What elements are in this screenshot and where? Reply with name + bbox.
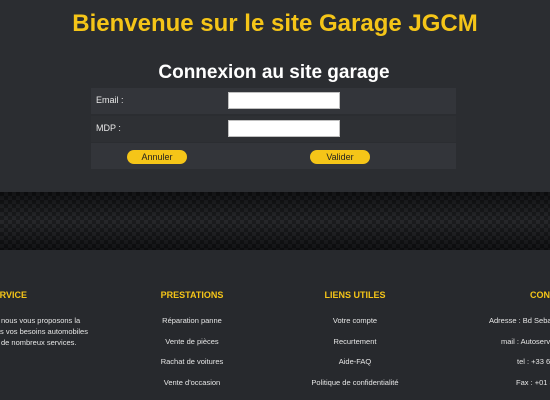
- login-title: Connexion au site garage: [158, 62, 390, 83]
- links-title: LIENS UTILES: [324, 290, 386, 300]
- password-row: MDP :: [91, 116, 456, 142]
- prestations-title: PRESTATIONS: [160, 290, 224, 300]
- contact-address: Adresse : Bd Sebas: [489, 316, 550, 325]
- email-label: Email :: [96, 95, 124, 105]
- prestations-link[interactable]: Rachat de voitures: [117, 357, 267, 366]
- carbon-fiber-banner: [0, 192, 550, 250]
- footer-link[interactable]: Recurtement: [280, 337, 430, 346]
- service-title: ERVICE: [0, 290, 27, 300]
- page-header: Bienvenue sur le site Garage JGCM Connex…: [0, 0, 550, 192]
- prestations-link[interactable]: Vente de pièces: [117, 337, 267, 346]
- contact-phone: tel : +33 6: [517, 357, 550, 366]
- footer-link[interactable]: Politique de confidentialité: [280, 378, 430, 387]
- contact-fax: Fax : +01 3: [516, 378, 550, 387]
- contact-mail: mail : Autoserv: [501, 337, 550, 346]
- email-field[interactable]: [228, 92, 340, 109]
- prestations-link[interactable]: Vente d'occasion: [117, 378, 267, 387]
- password-field[interactable]: [228, 120, 340, 137]
- password-label: MDP :: [96, 123, 121, 133]
- email-row: Email :: [91, 88, 456, 114]
- footer-link[interactable]: Aide-FAQ: [280, 357, 430, 366]
- service-text-line: nous vous proposons la: [1, 316, 81, 325]
- cancel-button[interactable]: Annuler: [127, 150, 187, 164]
- submit-button[interactable]: Valider: [310, 150, 370, 164]
- site-title: Bienvenue sur le site Garage JGCM: [72, 10, 478, 37]
- prestations-link[interactable]: Réparation panne: [117, 316, 267, 325]
- footer-link[interactable]: Votre compte: [280, 316, 430, 325]
- service-text-line: de nombreux services.: [1, 338, 77, 347]
- page-footer: ERVICE nous vous proposons la s vos beso…: [0, 250, 550, 400]
- contact-title: CON: [530, 290, 550, 300]
- actions-row: Annuler Valider: [91, 143, 456, 169]
- service-text-line: s vos besoins automobiles: [0, 327, 88, 336]
